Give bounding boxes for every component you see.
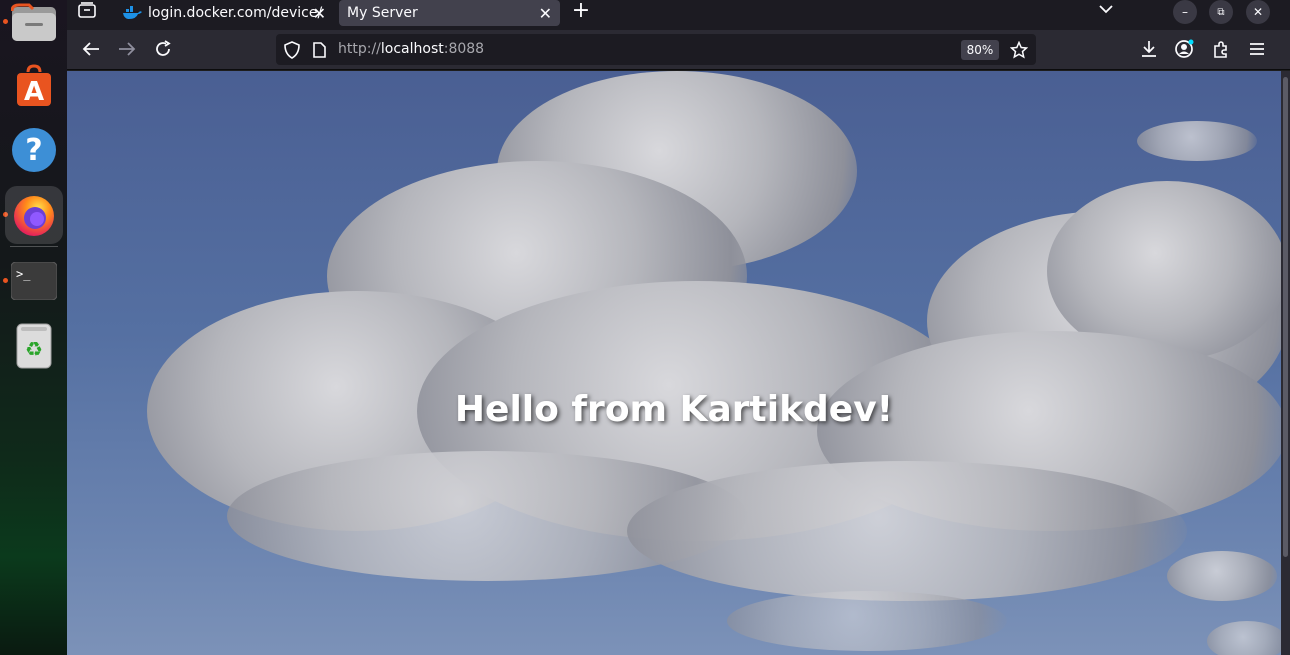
minimize-icon: – — [1182, 5, 1188, 19]
dock-separator — [10, 246, 58, 247]
download-icon — [1142, 41, 1156, 57]
url-bar[interactable]: http://localhost:8088 80% — [276, 34, 1036, 65]
arrow-right-icon — [119, 42, 136, 56]
shield-icon — [284, 41, 300, 59]
app-menu-button[interactable] — [1247, 39, 1267, 59]
bookmark-button[interactable] — [1009, 40, 1029, 60]
tracking-protection-button[interactable] — [282, 40, 302, 60]
navigation-toolbar: http://localhost:8088 80% — [67, 30, 1290, 70]
zoom-indicator[interactable]: 80% — [961, 40, 999, 60]
tab-label: My Server — [347, 5, 418, 21]
new-tab-button[interactable]: + — [571, 0, 591, 23]
puzzle-icon — [1214, 41, 1227, 58]
restore-icon: ⧉ — [1217, 6, 1225, 18]
close-icon: ✕ — [1252, 5, 1264, 19]
tab-bar: login.docker.com/device/ ✕ My Server ✕ +… — [67, 0, 1290, 30]
firefox-icon — [14, 196, 54, 236]
scroll-thumb[interactable] — [1283, 77, 1288, 557]
tab-docker-login[interactable]: login.docker.com/device/ ✕ — [114, 0, 334, 26]
url-text[interactable]: http://localhost:8088 — [338, 41, 484, 57]
svg-text:?: ? — [25, 133, 42, 168]
trash-icon: ♻ — [16, 323, 52, 369]
url-host: localhost — [380, 41, 444, 57]
reload-icon — [156, 40, 171, 56]
plus-icon: + — [571, 0, 591, 23]
help-launcher[interactable]: ? — [8, 124, 60, 176]
hamburger-icon — [1250, 43, 1264, 55]
star-icon — [1010, 41, 1028, 59]
svg-text:A: A — [24, 77, 44, 107]
terminal-launcher[interactable]: >_ — [8, 255, 60, 307]
close-window-button[interactable]: ✕ — [1246, 0, 1270, 24]
arrow-left-icon — [82, 42, 99, 56]
tab-list-icon — [78, 2, 96, 18]
app-center-icon: A — [17, 64, 51, 107]
tab-my-server[interactable]: My Server ✕ — [339, 0, 560, 26]
page-content: Hello from Kartikdev! — [67, 71, 1281, 655]
site-info-button[interactable] — [309, 40, 329, 60]
chevron-down-icon — [1099, 5, 1113, 14]
docker-icon — [123, 6, 142, 19]
reload-button[interactable] — [153, 39, 173, 59]
app-center-launcher[interactable]: A — [8, 60, 60, 112]
ubuntu-dock: A ? >_ ♻ — [0, 0, 67, 655]
close-tab-icon[interactable]: ✕ — [313, 4, 326, 23]
tab-overview-button[interactable] — [77, 0, 97, 20]
page-heading: Hello from Kartikdev! — [454, 389, 894, 430]
minimize-button[interactable]: – — [1173, 0, 1197, 24]
page-icon — [313, 42, 326, 58]
url-port: :8088 — [443, 41, 485, 57]
tab-label: login.docker.com/device/ — [148, 5, 323, 21]
page-scrollbar[interactable] — [1281, 71, 1290, 655]
restore-button[interactable]: ⧉ — [1209, 0, 1233, 24]
help-icon: ? — [12, 128, 56, 172]
forward-button[interactable] — [117, 39, 137, 59]
downloads-button[interactable] — [1139, 39, 1159, 59]
terminal-icon: >_ — [11, 262, 57, 300]
close-tab-icon[interactable]: ✕ — [539, 4, 552, 23]
trash-launcher[interactable]: ♻ — [8, 320, 60, 372]
files-launcher[interactable] — [8, 0, 60, 48]
account-button[interactable] — [1175, 39, 1195, 59]
firefox-launcher[interactable] — [5, 186, 63, 244]
svg-text:♻: ♻ — [25, 337, 43, 361]
account-icon — [1175, 39, 1194, 58]
folder-icon — [11, 3, 56, 41]
url-scheme: http:// — [338, 41, 381, 57]
svg-text:>_: >_ — [16, 267, 31, 281]
list-all-tabs-button[interactable] — [1096, 0, 1116, 19]
extensions-button[interactable] — [1211, 39, 1231, 59]
back-button[interactable] — [81, 39, 101, 59]
